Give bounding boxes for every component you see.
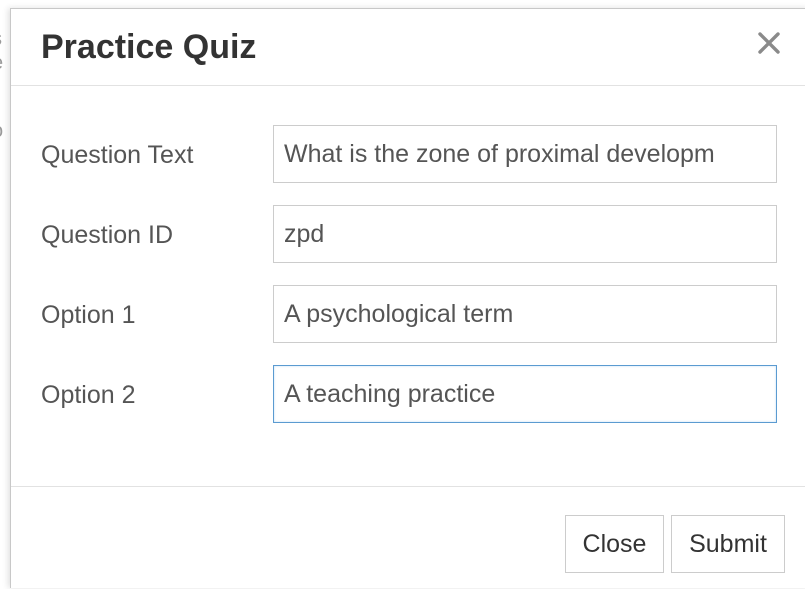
question-id-input[interactable] <box>273 205 777 263</box>
submit-button[interactable]: Submit <box>671 515 785 573</box>
question-id-label: Question ID <box>41 221 174 249</box>
option-2-row: Option 2 <box>11 365 805 423</box>
close-icon-glyph <box>758 32 780 54</box>
background-text: s <box>0 28 2 51</box>
background-text: e <box>0 52 3 75</box>
question-text-label: Question Text <box>41 141 194 169</box>
option-1-input[interactable] <box>273 285 777 343</box>
option-2-label: Option 2 <box>41 381 136 409</box>
close-icon[interactable] <box>755 29 783 57</box>
question-text-row: Question Text <box>11 125 805 183</box>
dialog-footer: Close Submit <box>11 486 805 589</box>
option-2-input[interactable] <box>273 365 777 423</box>
dialog-header: Practice Quiz <box>11 9 805 86</box>
background-text: o <box>0 120 3 143</box>
close-button[interactable]: Close <box>565 515 664 573</box>
dialog-body: Question Text Question ID Option 1 Optio… <box>11 86 805 486</box>
option-1-row: Option 1 <box>11 285 805 343</box>
question-text-input[interactable] <box>273 125 777 183</box>
dialog-title: Practice Quiz <box>41 28 257 66</box>
practice-quiz-dialog: Practice Quiz Question Text Question ID … <box>10 8 805 588</box>
question-id-row: Question ID <box>11 205 805 263</box>
option-1-label: Option 1 <box>41 301 136 329</box>
